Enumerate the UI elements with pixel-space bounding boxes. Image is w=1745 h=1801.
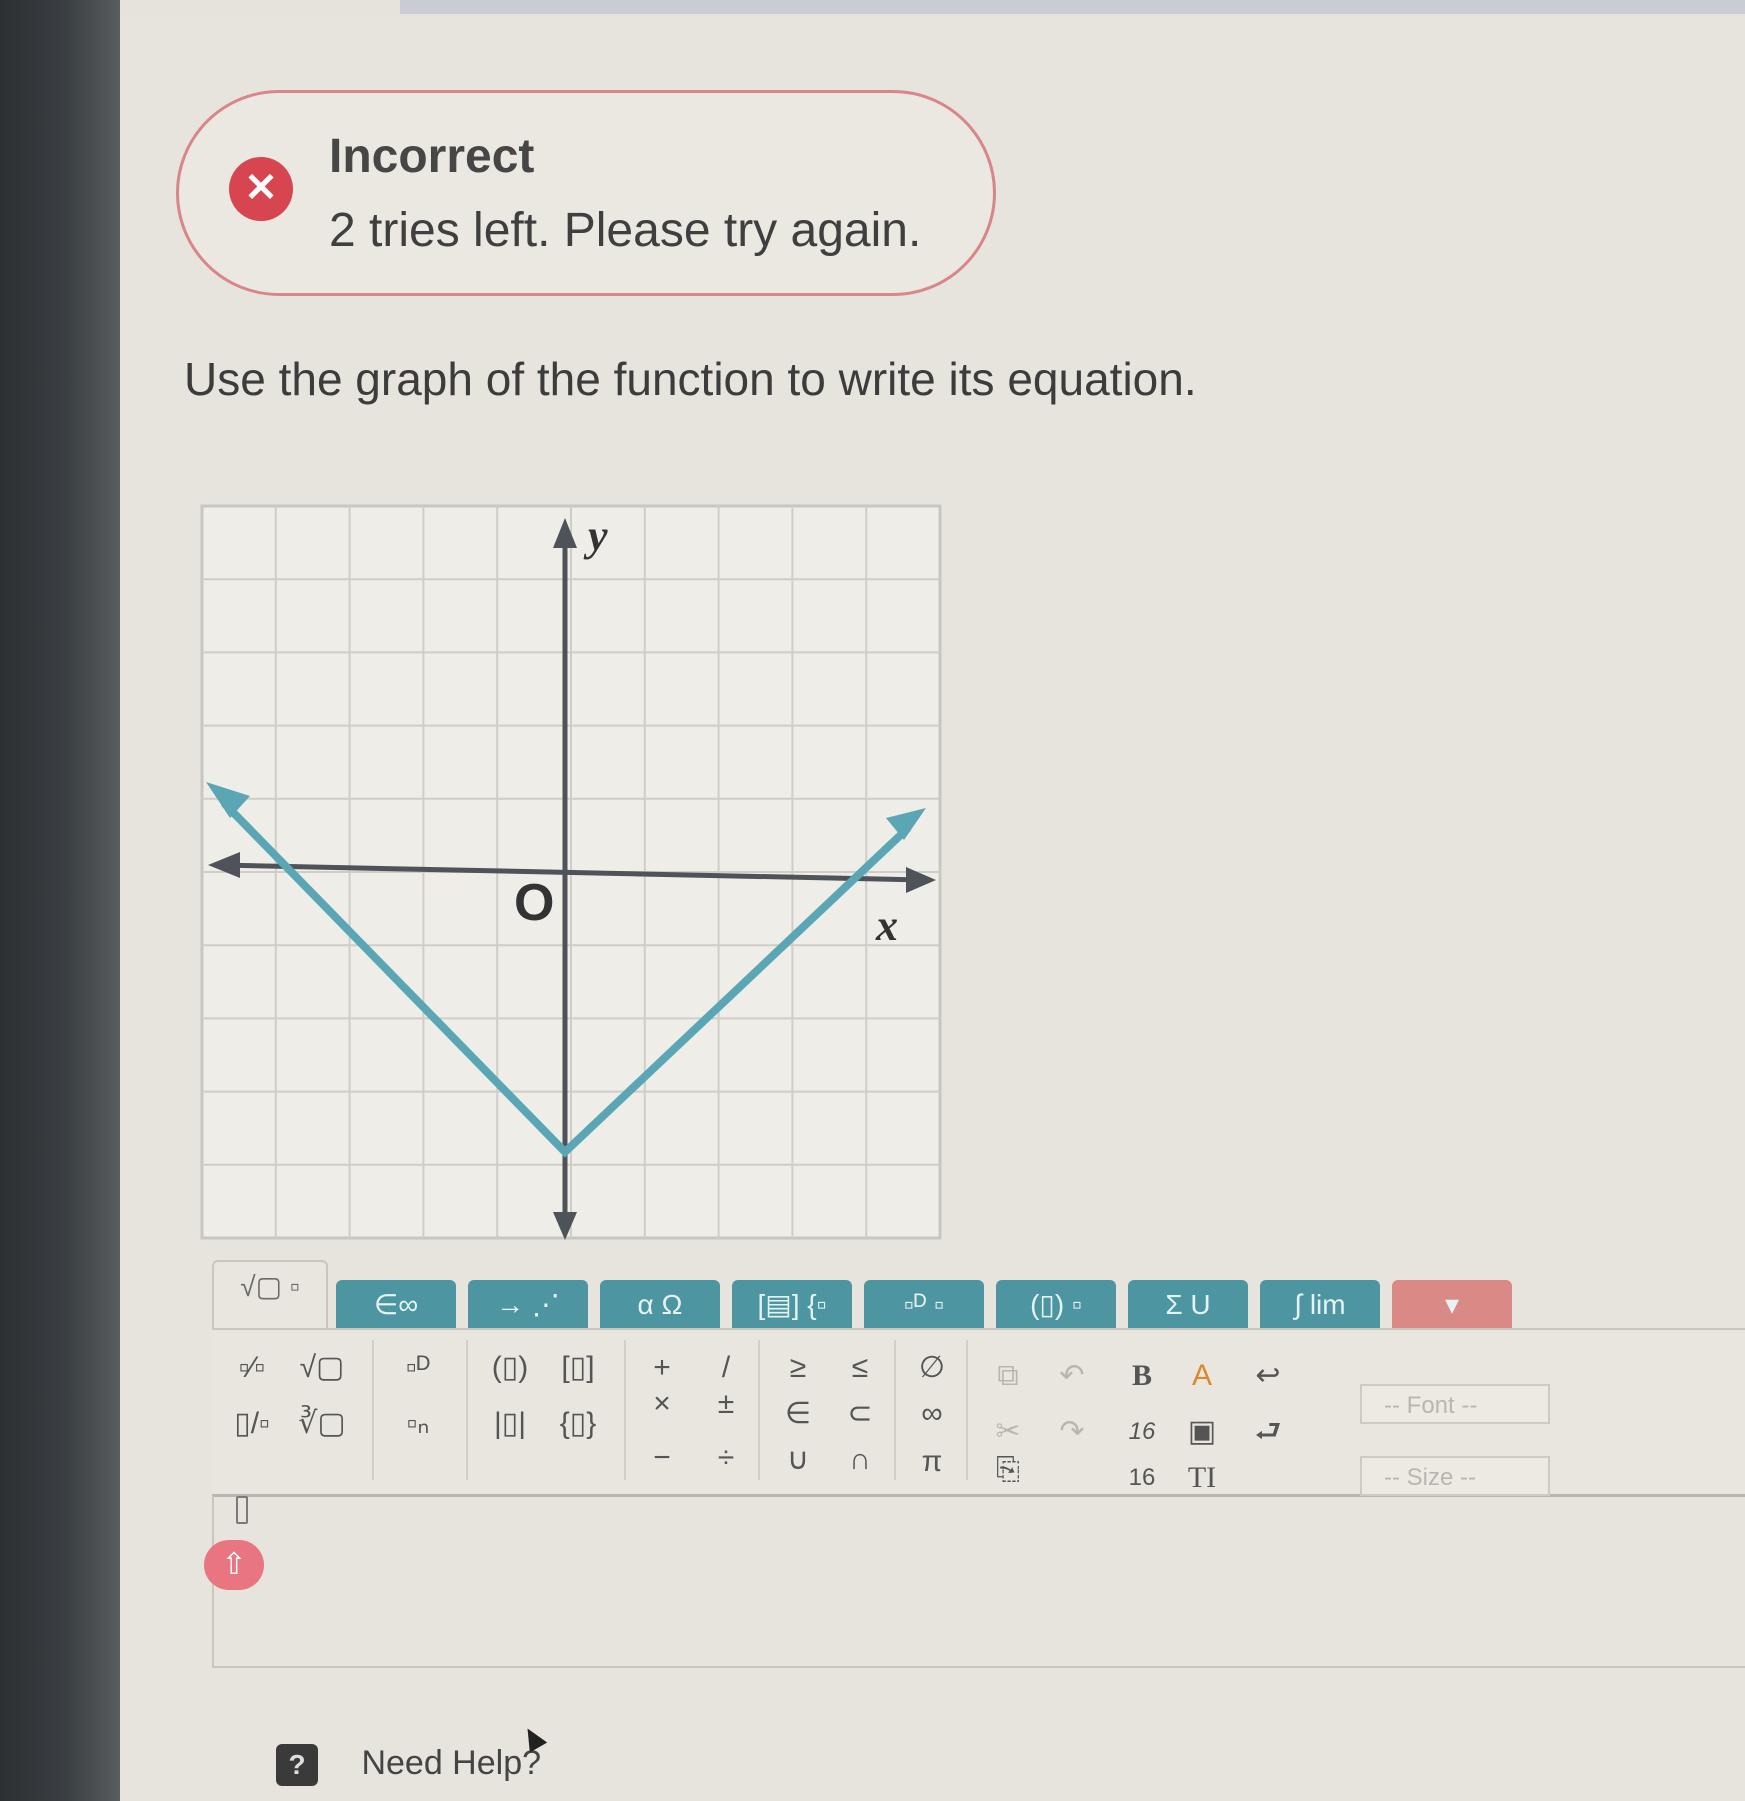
tab-exponents[interactable]: ▫ᴰ ▫: [864, 1280, 984, 1330]
mixed-fraction-button[interactable]: ▯/▫: [222, 1400, 282, 1448]
tab-matrices[interactable]: [▤] {▫: [732, 1280, 852, 1330]
minus-button[interactable]: −: [632, 1434, 692, 1482]
paste-icon[interactable]: ⎘: [978, 1446, 1038, 1494]
subset-button[interactable]: ⊂: [830, 1390, 890, 1438]
undo-icon[interactable]: ↶: [1042, 1352, 1102, 1400]
intersection-button[interactable]: ∩: [830, 1436, 890, 1484]
size-select[interactable]: -- Size --: [1360, 1456, 1550, 1496]
feedback-title: Incorrect: [329, 130, 535, 183]
sqrt-button[interactable]: √▢: [292, 1344, 352, 1392]
origin-label: O: [514, 874, 554, 932]
answer-input[interactable]: ⇧: [204, 1496, 1745, 1668]
tab-calculus[interactable]: ∫ lim: [1260, 1280, 1380, 1330]
feedback-message: 2 tries left. Please try again.: [329, 204, 922, 257]
palette-divider: [466, 1340, 468, 1480]
nth-root-button[interactable]: ∛▢: [292, 1400, 352, 1448]
plus-minus-button[interactable]: ±: [696, 1380, 756, 1428]
tab-arrows[interactable]: → ⋰: [468, 1280, 588, 1330]
pi-button[interactable]: π: [902, 1438, 962, 1486]
union-button[interactable]: ∪: [768, 1436, 828, 1484]
tab-roots-fractions[interactable]: √▢ ▫: [212, 1260, 328, 1332]
brackets-button[interactable]: [▯]: [548, 1344, 608, 1392]
infinity-button[interactable]: ∞: [902, 1390, 962, 1438]
braces-button[interactable]: {▯}: [548, 1400, 608, 1448]
shift-toggle-icon[interactable]: ⇧: [204, 1540, 264, 1590]
tab-functions[interactable]: (▯) ▫: [996, 1280, 1116, 1330]
line-break-icon[interactable]: ↩: [1238, 1352, 1298, 1400]
palette-divider: [624, 1340, 626, 1480]
math-editor-toolbar: √▢ ▫ ∈∞ → ⋰ α Ω [▤] {▫ ▫ᴰ ▫ (▯) ▫ Σ U ∫ …: [204, 1256, 1745, 1668]
font-select[interactable]: -- Font --: [1360, 1384, 1550, 1424]
text-cursor: [236, 1496, 248, 1524]
parentheses-button[interactable]: (▯): [480, 1344, 540, 1392]
toolbar-tabs: √▢ ▫ ∈∞ → ⋰ α Ω [▤] {▫ ▫ᴰ ▫ (▯) ▫ Σ U ∫ …: [212, 1256, 1512, 1332]
tab-sets[interactable]: ∈∞: [336, 1280, 456, 1330]
symbol-palette: ▫⁄▫ √▢ ▫ᴰ (▯) [▯] + / ≥ ≤ ∅ ▯/▫ ∛▢ ▫ₙ |▯…: [212, 1328, 1745, 1497]
image-icon[interactable]: ▣: [1172, 1408, 1232, 1456]
absolute-value-button[interactable]: |▯|: [480, 1400, 540, 1448]
palette-divider: [894, 1340, 896, 1480]
tab-more[interactable]: ▾: [1392, 1280, 1512, 1330]
exponent-button[interactable]: ▫ᴰ: [388, 1344, 448, 1392]
tab-sums[interactable]: Σ U: [1128, 1280, 1248, 1330]
less-equal-button[interactable]: ≤: [830, 1344, 890, 1392]
tab-greek[interactable]: α Ω: [600, 1280, 720, 1330]
palette-divider: [966, 1340, 968, 1480]
division-button[interactable]: ÷: [696, 1434, 756, 1482]
copy-icon[interactable]: ⧉: [978, 1352, 1038, 1400]
need-help-label: Need Help?: [361, 1744, 542, 1782]
error-icon: ✕: [229, 157, 293, 221]
greater-equal-button[interactable]: ≥: [768, 1344, 828, 1392]
browser-top-band: [400, 0, 1745, 14]
times-button[interactable]: ×: [632, 1380, 692, 1428]
subscript-button[interactable]: ▫ₙ: [388, 1400, 448, 1448]
question-prompt: Use the graph of the function to write i…: [184, 353, 1197, 405]
help-icon: ?: [276, 1744, 318, 1787]
function-graph: y x O: [200, 504, 942, 1240]
x-axis-label: x: [875, 901, 898, 950]
need-help-link[interactable]: ? Need Help?: [276, 1744, 542, 1787]
palette-divider: [758, 1340, 760, 1480]
element-of-button[interactable]: ∈: [768, 1390, 828, 1438]
redo-icon[interactable]: ↷: [1042, 1408, 1102, 1456]
empty-set-button[interactable]: ∅: [902, 1344, 962, 1392]
font-size-a[interactable]: 16: [1112, 1408, 1172, 1456]
feedback-banner: ✕ Incorrect 2 tries left. Please try aga…: [176, 90, 996, 296]
text-mode-button[interactable]: TI: [1172, 1454, 1232, 1502]
return-icon[interactable]: ⮐: [1238, 1408, 1298, 1456]
bold-button[interactable]: B: [1112, 1352, 1172, 1400]
monitor-bezel: [0, 0, 120, 1801]
palette-divider: [372, 1340, 374, 1480]
fraction-button[interactable]: ▫⁄▫: [222, 1344, 282, 1392]
font-size-b[interactable]: 16: [1112, 1454, 1172, 1502]
text-color-icon[interactable]: A: [1172, 1352, 1232, 1400]
